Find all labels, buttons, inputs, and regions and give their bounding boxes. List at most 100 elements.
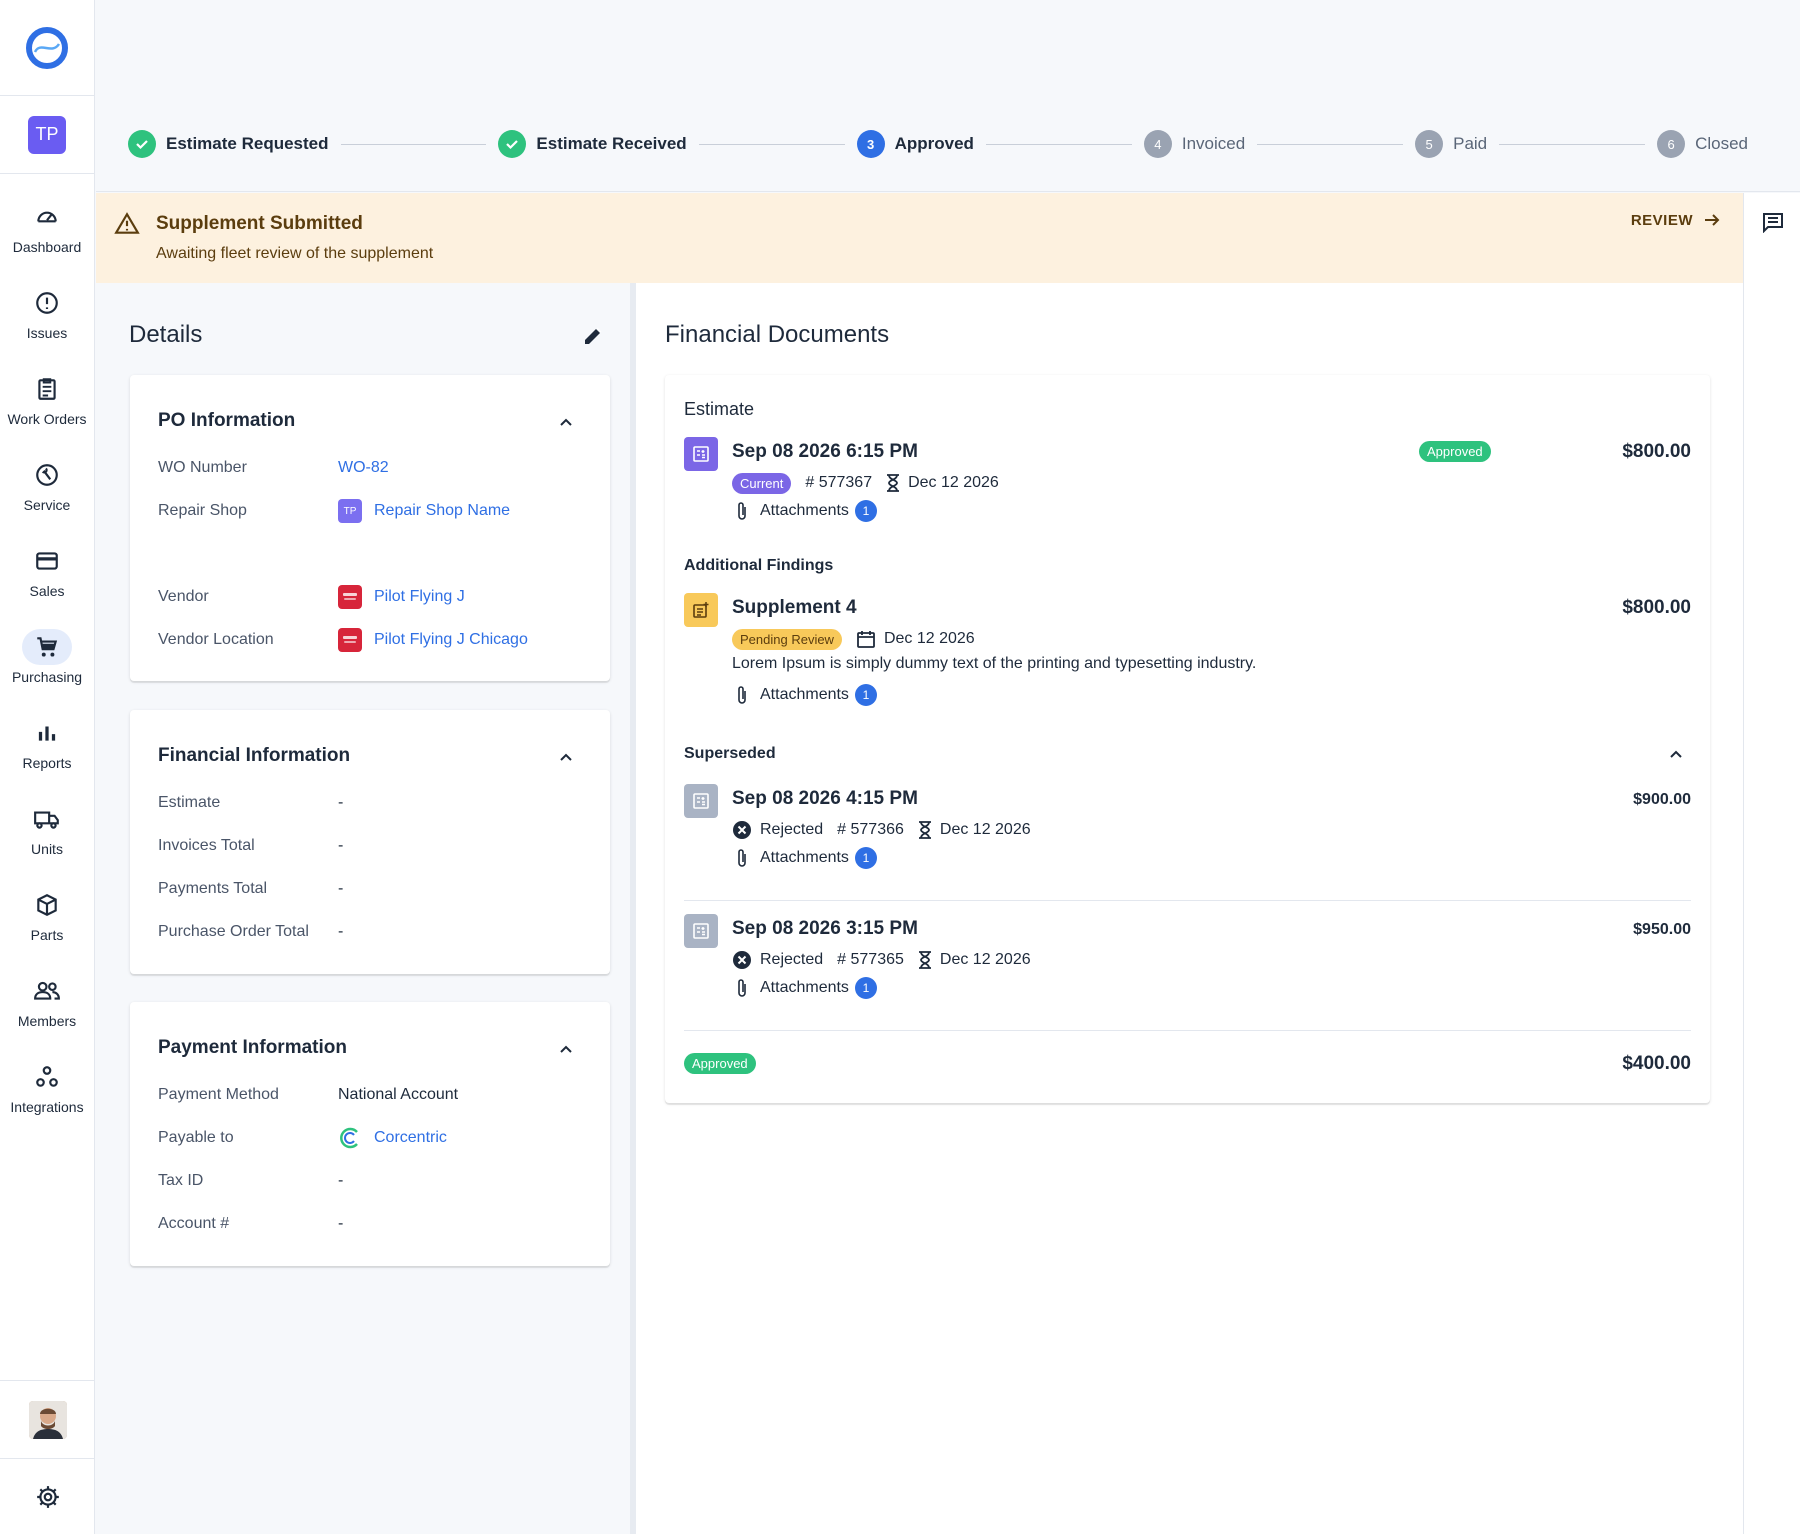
step-connector	[985, 143, 1132, 145]
wo-number-link[interactable]: WO-82	[338, 459, 389, 477]
vendor-name: Pilot Flying J	[374, 588, 465, 605]
nav-purchasing[interactable]: Purchasing	[0, 614, 94, 700]
logo-icon	[26, 26, 68, 69]
vendor-label: Vendor	[158, 588, 209, 605]
estimate-section-title: Estimate	[684, 399, 755, 419]
pilot-logo-icon	[338, 585, 362, 609]
paperclip-icon	[738, 849, 746, 867]
estimate-row: Estimate -	[158, 791, 343, 815]
bar-chart-icon	[38, 726, 56, 741]
chevron-up-icon[interactable]	[558, 750, 574, 766]
estimate-attachments[interactable]: Attachments 1	[732, 499, 877, 523]
superseded-amount: $950.00	[1633, 921, 1691, 938]
attachments-count: 1	[854, 684, 877, 706]
supplement-title[interactable]: Supplement 4	[732, 597, 857, 619]
nav-issues[interactable]: Issues	[0, 270, 94, 356]
superseded-doc-icon	[684, 784, 718, 818]
calendar-icon	[857, 631, 875, 648]
user-menu[interactable]	[0, 1380, 95, 1458]
sidebar-bottom	[0, 1380, 95, 1534]
step-approved: 3 Approved	[856, 130, 974, 158]
hourglass-icon	[918, 821, 931, 839]
nav-members[interactable]: Members	[0, 958, 94, 1044]
rejected-label: Rejected	[760, 821, 824, 838]
expiry-date: Dec 12 2026	[939, 951, 1031, 968]
review-button[interactable]: REVIEW	[1631, 211, 1721, 229]
account-label: Account #	[158, 1215, 230, 1232]
expiry-date: Dec 12 2026	[939, 821, 1031, 838]
vendor-location-name: Pilot Flying J Chicago	[374, 631, 528, 648]
chevron-up-icon[interactable]	[558, 415, 574, 431]
nav-label: Reports	[22, 755, 72, 771]
chevron-up-icon[interactable]	[558, 1042, 574, 1058]
supplement-alert: Supplement Submitted Awaiting fleet revi…	[96, 193, 1743, 283]
purchase-order-total-value: -	[338, 923, 344, 940]
step-label: Approved	[894, 134, 974, 153]
right-rail	[1743, 193, 1800, 1534]
step-connector	[698, 143, 845, 145]
check-icon	[128, 130, 156, 158]
tax-id-row: Tax ID -	[158, 1169, 343, 1193]
repair-shop-link[interactable]: TP Repair Shop Name	[338, 499, 510, 523]
check-icon	[498, 130, 527, 158]
vendor-row: Vendor Pilot Flying J	[158, 585, 465, 609]
payments-total-row: Payments Total -	[158, 877, 343, 901]
attachments-label: Attachments	[760, 502, 849, 519]
superseded-attachments[interactable]: Attachments 1	[732, 976, 877, 1000]
nav-label: Parts	[30, 927, 64, 943]
payments-total-value: -	[338, 880, 344, 897]
avatar	[28, 1400, 67, 1439]
invoices-total-label: Invoices Total	[158, 837, 255, 854]
sidebar: TP Dashboard Issues Work Orders Service …	[0, 0, 95, 1534]
superseded-datetime[interactable]: Sep 08 2026 4:15 PM	[732, 788, 918, 810]
wrench-icon	[36, 464, 58, 486]
current-badge: Current	[732, 472, 792, 494]
step-label: Estimate Received	[536, 134, 687, 153]
superseded-expiry: Dec 12 2026	[918, 821, 1031, 839]
edit-icon[interactable]	[582, 325, 604, 347]
details-pane: Details PO Information WO Number WO-82 R…	[96, 283, 630, 1534]
rejected-icon	[733, 951, 751, 969]
comments-icon[interactable]	[1762, 211, 1784, 233]
chevron-up-icon[interactable]	[1668, 747, 1684, 763]
superseded-datetime[interactable]: Sep 08 2026 3:15 PM	[732, 918, 918, 940]
payment-method-label: Payment Method	[158, 1086, 279, 1103]
financial-documents-card: Estimate Sep 08 2026 6:15 PM Approved $8…	[665, 375, 1710, 1103]
supplement-attachments[interactable]: Attachments 1	[732, 683, 877, 707]
nav-work-orders[interactable]: Work Orders	[0, 356, 94, 442]
nav-parts[interactable]: Parts	[0, 872, 94, 958]
financial-information-card: Financial Information Estimate - Invoice…	[130, 710, 610, 974]
org-switcher[interactable]: TP	[0, 96, 94, 174]
nav-dashboard[interactable]: Dashboard	[0, 184, 94, 270]
status-stepper: Estimate Requested Estimate Received 3 A…	[128, 128, 1748, 160]
alert-circle-icon	[36, 292, 58, 314]
nav-service[interactable]: Service	[0, 442, 94, 528]
settings-button[interactable]	[0, 1458, 95, 1534]
nav-reports[interactable]: Reports	[0, 700, 94, 786]
org-badge: TP	[28, 115, 66, 154]
superseded-attachments[interactable]: Attachments 1	[732, 846, 877, 870]
payable-to-name: Corcentric	[374, 1129, 447, 1146]
app-logo[interactable]	[0, 0, 94, 96]
vendor-location-link[interactable]: Pilot Flying J Chicago	[338, 628, 528, 652]
attachments-count: 1	[854, 847, 877, 869]
nav-sales[interactable]: Sales	[0, 528, 94, 614]
status-badge: Approved	[684, 1053, 756, 1074]
nav-integrations[interactable]: Integrations	[0, 1044, 94, 1130]
paperclip-icon	[738, 502, 746, 520]
nav-units[interactable]: Units	[0, 786, 94, 872]
vendor-location-label: Vendor Location	[158, 631, 274, 648]
estimate-label: Estimate	[158, 794, 221, 811]
step-estimate-requested: Estimate Requested	[128, 130, 329, 158]
step-paid: 5 Paid	[1415, 130, 1487, 158]
step-invoiced: 4 Invoiced	[1143, 130, 1245, 158]
nav-label: Units	[31, 841, 63, 857]
payable-to-link[interactable]: Corcentric	[338, 1126, 447, 1150]
account-value: -	[338, 1215, 344, 1232]
pending-review-badge: Pending Review	[732, 628, 842, 650]
alert-message: Awaiting fleet review of the supplement	[156, 245, 434, 262]
financial-information-title: Financial Information	[158, 745, 351, 766]
estimate-datetime[interactable]: Sep 08 2026 6:15 PM	[732, 441, 918, 463]
vendor-link[interactable]: Pilot Flying J	[338, 585, 465, 609]
step-closed: 6 Closed	[1657, 130, 1748, 158]
